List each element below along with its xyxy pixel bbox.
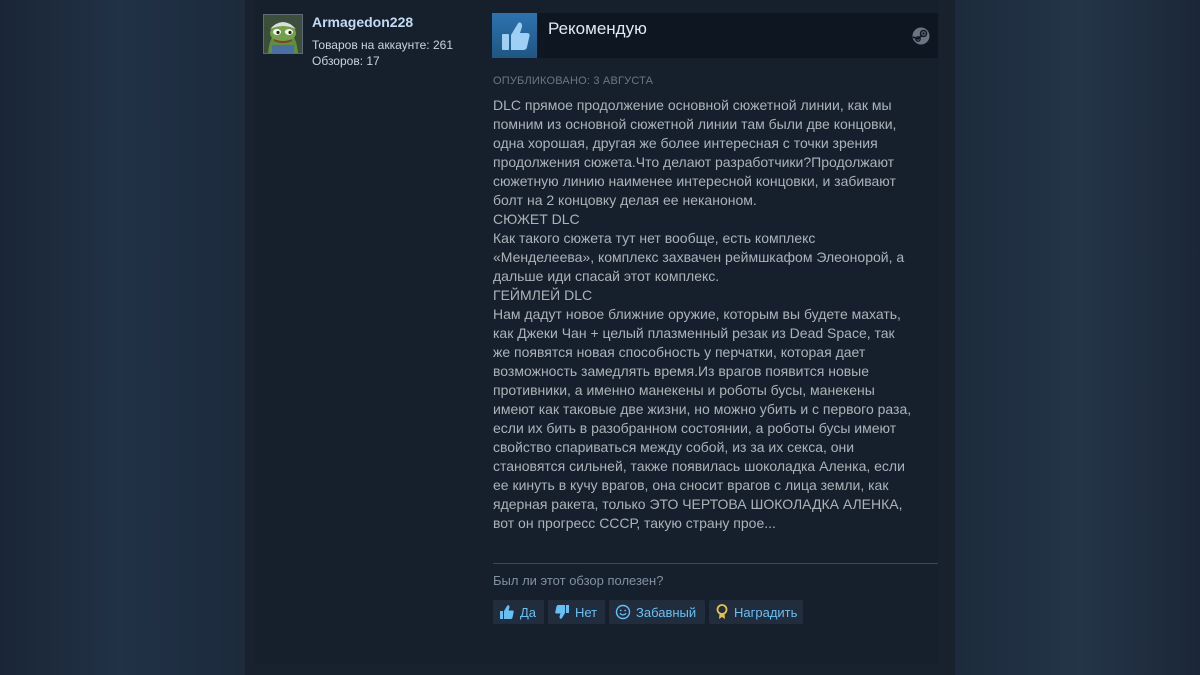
- vote-funny-button[interactable]: Забавный: [609, 600, 705, 624]
- steam-icon: [912, 27, 930, 45]
- frog-avatar-icon: [264, 15, 302, 53]
- helpful-question: Был ли этот обзор полезен?: [493, 573, 664, 588]
- review-line: же появятся новая способность у перчатки…: [493, 344, 866, 360]
- review-line: болт на 2 концовку делая ее неканоном.: [493, 192, 757, 208]
- review-line: если их бить в разобранном состоянии, а …: [493, 420, 897, 436]
- review-line: имеют как таковые две жизни, но можно уб…: [493, 401, 912, 417]
- review-line: продолжения сюжета.Что делают разработчи…: [493, 154, 895, 170]
- review-line: Как такого сюжета тут нет вообще, есть к…: [493, 230, 816, 246]
- review-line: свойство спариваться между собой, из за …: [493, 439, 855, 455]
- review-line: вот он прогресс СССР, такую страну прое.…: [493, 515, 776, 531]
- review-line: сюжетную линию наименее интересной концо…: [493, 173, 896, 189]
- award-label: Наградить: [734, 604, 798, 620]
- review-line: дальше иди спасай этот комплекс.: [493, 268, 720, 284]
- review-line: «Менделеева», комплекс захвачен реймшкаф…: [493, 249, 905, 265]
- review-text: DLC прямое продолжение основной сюжетной…: [493, 96, 933, 533]
- review-line: СЮЖЕТ DLC: [493, 211, 580, 227]
- review-line: ядерная ракета, только ЭТО ЧЕРТОВА ШОКОЛ…: [493, 496, 903, 512]
- review-line: одна хорошая, другая же более интересная…: [493, 135, 878, 151]
- vote-funny-label: Забавный: [636, 604, 697, 620]
- review-line: как Джеки Чан + целый плазменный резак и…: [493, 325, 895, 341]
- recommendation-title: Рекомендую: [548, 19, 647, 38]
- review-line: возможность замедлять время.Из врагов по…: [493, 363, 870, 379]
- author-products-count[interactable]: Товаров на аккаунте: 261: [312, 38, 453, 52]
- review-line: Нам дадут новое ближние оружие, которым …: [493, 306, 901, 322]
- award-icon: [716, 604, 728, 619]
- posted-date: ОПУБЛИКОВАНО: 3 АВГУСТА: [493, 75, 654, 87]
- divider: [493, 563, 938, 564]
- thumbs-down-icon: [555, 605, 569, 619]
- avatar[interactable]: [263, 14, 303, 54]
- thumbs-up-icon: [502, 22, 530, 50]
- vote-no-label: Нет: [575, 604, 598, 620]
- author-name[interactable]: Armagedon228: [312, 14, 413, 30]
- award-button[interactable]: Наградить: [709, 600, 803, 624]
- thumbs-up-icon: [500, 605, 514, 619]
- recommend-badge: [492, 13, 537, 58]
- vote-yes-label: Да: [520, 604, 537, 620]
- vote-no-button[interactable]: Нет: [548, 600, 605, 624]
- review-header[interactable]: Рекомендую: [492, 13, 938, 58]
- review-line: становятся сильней, также появилась шоко…: [493, 458, 905, 474]
- review-line: противники, а именно манекены и роботы б…: [493, 382, 875, 398]
- review-line: ГЕЙМЛЕЙ DLC: [493, 287, 593, 303]
- review-line: ее кинуть в кучу врагов, она сносит враг…: [493, 477, 889, 493]
- review-line: DLC прямое продолжение основной сюжетной…: [493, 97, 892, 113]
- review-line: помним из основной сюжетной линии там бы…: [493, 116, 897, 132]
- smiley-icon: [615, 604, 631, 620]
- author-reviews-count[interactable]: Обзоров: 17: [312, 54, 380, 68]
- vote-yes-button[interactable]: Да: [493, 600, 544, 624]
